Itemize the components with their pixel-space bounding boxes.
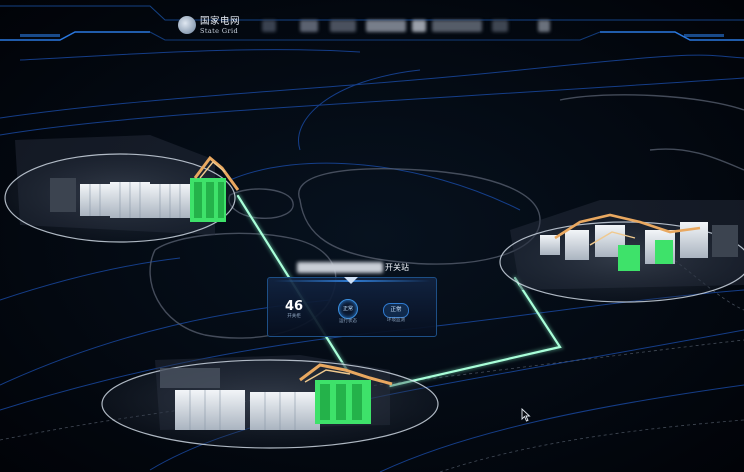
redacted-station-name [297, 261, 383, 273]
redacted-title-block [538, 20, 550, 32]
cabinet-count-metric: 46 开关柜 [274, 300, 314, 320]
station-panel-title: 开关站 [297, 259, 409, 275]
redacted-title-block [366, 20, 406, 32]
redacted-title-block [492, 20, 508, 32]
redacted-title-block [330, 20, 356, 32]
state-grid-logo-icon [178, 16, 196, 34]
mouse-cursor-icon [521, 408, 531, 422]
station-type-label: 开关站 [385, 262, 409, 272]
cabinet-count-value: 46 [284, 299, 304, 314]
run-status-ring: 正常 [338, 299, 358, 319]
redacted-title-block [412, 20, 426, 32]
redacted-title-block [262, 20, 276, 32]
redacted-title-block [300, 20, 318, 32]
3d-substation-scene[interactable] [0, 0, 744, 472]
run-status-metric: 正常 运行状态 [330, 299, 366, 325]
logo-cn-text: 国家电网 [200, 15, 241, 27]
state-grid-logo: 国家电网 State Grid [178, 14, 240, 36]
run-status-label: 运行状态 [339, 319, 357, 324]
env-status-metric: 正常 环境监测 [378, 303, 414, 324]
header-bar: 国家电网 State Grid [0, 0, 744, 44]
redacted-title-block [432, 20, 482, 32]
panel-pointer-icon [344, 277, 358, 284]
env-status-badge: 正常 [383, 303, 409, 318]
env-status-label: 环境监测 [387, 318, 405, 323]
logo-en-text: State Grid [200, 26, 239, 35]
station-info-panel[interactable]: 46 开关柜 正常 运行状态 正常 环境监测 [267, 277, 437, 337]
cabinet-count-label: 开关柜 [287, 314, 301, 319]
